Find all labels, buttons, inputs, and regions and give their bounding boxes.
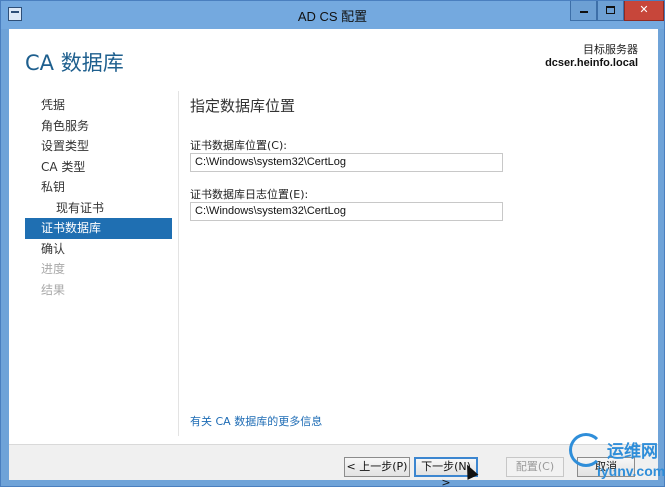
nav-item-credentials[interactable]: 凭据	[25, 95, 172, 116]
wizard-content: CA 数据库 目标服务器 dcser.heinfo.local 凭据 角色服务 …	[9, 29, 658, 444]
window-frame: AD CS 配置 ✕ CA 数据库 目标服务器 dcser.heinfo.loc…	[0, 0, 665, 487]
page-title: CA 数据库	[25, 51, 124, 75]
maximize-button[interactable]	[597, 1, 624, 21]
titlebar[interactable]: AD CS 配置 ✕	[1, 1, 664, 29]
target-server-label: 目标服务器	[583, 43, 638, 56]
configure-button: 配置(C)	[506, 457, 564, 477]
close-button[interactable]: ✕	[624, 1, 664, 21]
wizard-nav: 凭据 角色服务 设置类型 CA 类型 私钥 现有证书 证书数据库 确认 进度 结…	[25, 95, 172, 300]
nav-item-confirmation[interactable]: 确认	[25, 239, 172, 260]
nav-item-setup-type[interactable]: 设置类型	[25, 136, 172, 157]
maximize-icon	[606, 6, 615, 14]
close-icon: ✕	[639, 3, 649, 16]
target-server-value: dcser.heinfo.local	[545, 57, 638, 69]
nav-divider	[178, 91, 179, 436]
nav-item-private-key[interactable]: 私钥	[25, 177, 172, 198]
wizard-footer: < 上一步(P) 下一步(N) > 配置(C) 取消	[9, 444, 658, 487]
watermark-logo-icon	[569, 433, 603, 467]
log-location-label: 证书数据库日志位置(E):	[190, 188, 309, 201]
db-location-input[interactable]: C:\Windows\system32\CertLog	[190, 153, 503, 172]
watermark: 运维网 iyunv.com	[569, 433, 665, 486]
minimize-icon	[579, 11, 588, 13]
window-title: AD CS 配置	[297, 9, 368, 24]
nav-item-results: 结果	[41, 282, 66, 297]
nav-item-existing-cert[interactable]: 现有证书	[25, 198, 172, 219]
nav-item-progress: 进度	[41, 262, 66, 276]
nav-item-ca-type[interactable]: CA 类型	[25, 157, 172, 178]
minimize-button[interactable]	[570, 1, 597, 21]
nav-item-role-services[interactable]: 角色服务	[25, 116, 172, 137]
watermark-url: iyunv.com	[597, 463, 665, 479]
log-location-input[interactable]: C:\Windows\system32\CertLog	[190, 202, 503, 221]
watermark-title: 运维网	[607, 442, 658, 462]
section-title: 指定数据库位置	[190, 97, 296, 115]
previous-button[interactable]: < 上一步(P)	[344, 457, 410, 477]
nav-item-cert-database[interactable]: 证书数据库	[25, 218, 172, 239]
db-location-label: 证书数据库位置(C):	[190, 139, 287, 152]
more-info-link[interactable]: 有关 CA 数据库的更多信息	[190, 413, 322, 429]
